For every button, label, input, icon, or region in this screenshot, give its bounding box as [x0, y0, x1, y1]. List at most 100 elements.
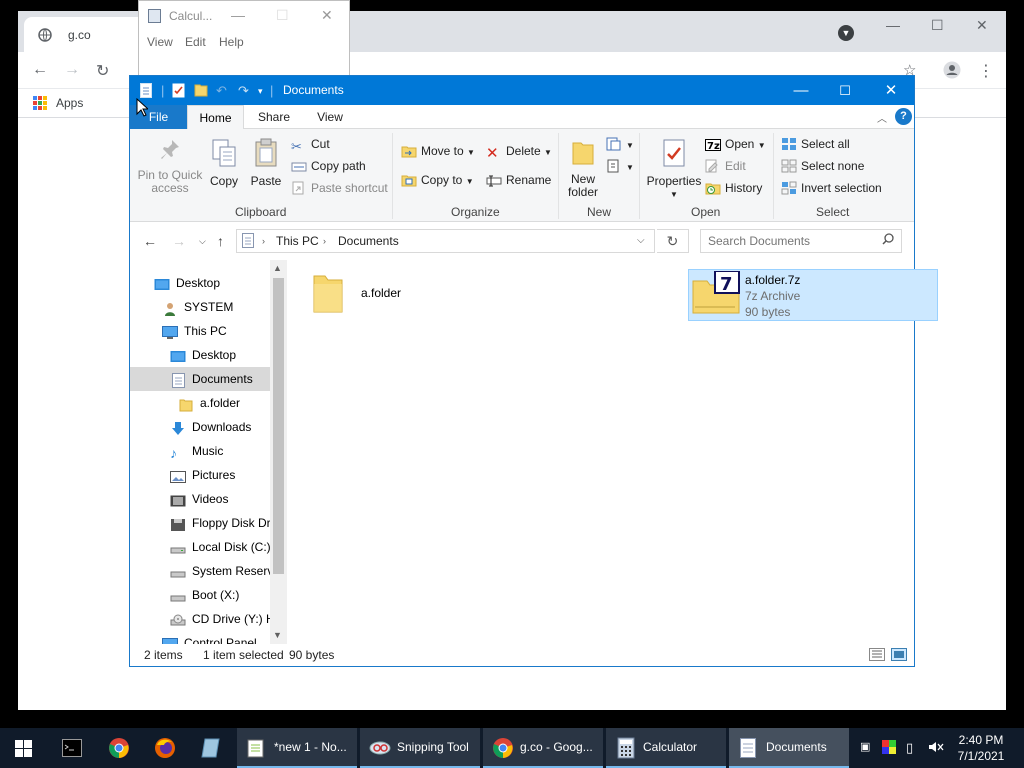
- calc-menu-edit[interactable]: Edit: [185, 35, 206, 49]
- forward-icon[interactable]: →: [64, 61, 80, 79]
- usb-drive-icon[interactable]: ▯: [906, 740, 913, 756]
- search-input[interactable]: [701, 230, 871, 252]
- breadcrumb-documents[interactable]: Documents: [338, 234, 399, 248]
- tab-home[interactable]: Home: [187, 105, 244, 130]
- properties-icon[interactable]: [172, 83, 185, 101]
- nav-item-cd-drive[interactable]: CD Drive (Y:) H: [130, 607, 270, 631]
- taskbar-chrome[interactable]: [96, 728, 142, 768]
- new-folder-button[interactable]: New folder: [566, 138, 600, 199]
- nav-item-documents[interactable]: Documents: [130, 367, 270, 391]
- scrollbar-thumb[interactable]: [273, 278, 284, 574]
- start-button[interactable]: [0, 728, 46, 768]
- invert-selection-button[interactable]: Invert selection: [781, 179, 882, 197]
- recent-locations-icon[interactable]: ⌵: [199, 236, 206, 247]
- copy-button[interactable]: Copy: [207, 138, 241, 188]
- properties-button[interactable]: Properties ▼: [645, 138, 703, 201]
- new-folder-icon[interactable]: [194, 83, 208, 100]
- paste-shortcut-button[interactable]: Paste shortcut: [291, 179, 388, 197]
- minimize-icon[interactable]: —: [778, 80, 824, 101]
- close-icon[interactable]: ✕: [321, 7, 333, 24]
- volume-muted-icon[interactable]: [928, 740, 944, 757]
- open-button[interactable]: 7z Open ▼: [705, 135, 766, 153]
- close-icon[interactable]: ✕: [868, 80, 914, 101]
- menu-kebab-icon[interactable]: ⋮: [978, 61, 994, 81]
- nav-item-local-disk[interactable]: Local Disk (C:): [130, 535, 270, 559]
- collapse-ribbon-icon[interactable]: ︿: [877, 110, 887, 125]
- forward-icon[interactable]: →: [172, 233, 186, 249]
- breadcrumb-this-pc[interactable]: This PC: [276, 234, 319, 248]
- minimize-icon[interactable]: —: [886, 17, 900, 33]
- reload-icon[interactable]: ↻: [96, 61, 109, 81]
- large-icons-view-icon[interactable]: [891, 648, 907, 661]
- back-icon[interactable]: ←: [143, 233, 157, 249]
- breadcrumb-separator-icon[interactable]: ›: [323, 236, 326, 246]
- nav-item-control-panel[interactable]: Control Panel: [130, 631, 270, 644]
- copy-to-button[interactable]: Copy to ▼: [401, 171, 474, 189]
- maximize-icon[interactable]: ☐: [931, 17, 944, 34]
- apps-icon[interactable]: [33, 96, 47, 110]
- help-icon[interactable]: ?: [895, 108, 912, 125]
- nav-item-downloads[interactable]: Downloads: [130, 415, 270, 439]
- search-icon[interactable]: [882, 233, 894, 248]
- history-button[interactable]: History: [705, 179, 762, 197]
- nav-item-this-pc[interactable]: This PC: [130, 319, 270, 343]
- up-icon[interactable]: ↑: [217, 233, 224, 249]
- nav-item-floppy[interactable]: Floppy Disk Dri: [130, 511, 270, 535]
- nav-item-system-reserved[interactable]: System Reserve: [130, 559, 270, 583]
- task-snipping-tool[interactable]: Snipping Tool: [360, 728, 480, 768]
- file-item-a-folder-7z[interactable]: 7 a.folder.7z 7z Archive 90 bytes: [688, 269, 938, 321]
- details-view-icon[interactable]: [869, 648, 885, 661]
- rename-button[interactable]: Rename: [486, 171, 551, 189]
- qat-customize-icon[interactable]: ▾: [258, 86, 263, 97]
- select-all-button[interactable]: Select all: [781, 135, 850, 153]
- nav-item-desktop[interactable]: Desktop: [130, 343, 270, 367]
- address-bar[interactable]: › This PC › Documents ⌵: [236, 229, 655, 253]
- back-icon[interactable]: ←: [32, 61, 48, 79]
- tray-window-icon[interactable]: ▣: [860, 740, 870, 753]
- calc-menu-view[interactable]: View: [147, 35, 173, 49]
- tab-share[interactable]: Share: [248, 105, 300, 129]
- system-clock[interactable]: 2:40 PM 7/1/2021: [950, 732, 1012, 764]
- profile-icon[interactable]: [943, 61, 961, 84]
- nav-item-pictures[interactable]: Pictures: [130, 463, 270, 487]
- new-item-button[interactable]: ▼: [606, 135, 634, 153]
- scroll-down-icon[interactable]: ▼: [273, 630, 282, 640]
- address-dropdown-icon[interactable]: ⌵: [637, 235, 645, 246]
- task-calculator[interactable]: Calculator: [606, 728, 726, 768]
- task-notepad[interactable]: *new 1 - No...: [237, 728, 357, 768]
- paste-button[interactable]: Paste: [249, 138, 283, 188]
- search-box[interactable]: [700, 229, 902, 253]
- apps-link[interactable]: Apps: [56, 96, 83, 110]
- refresh-icon[interactable]: ↻: [657, 229, 689, 253]
- nav-item-boot[interactable]: Boot (X:): [130, 583, 270, 607]
- easy-access-button[interactable]: ▼: [606, 157, 634, 175]
- cut-button[interactable]: ✂ Cut: [291, 135, 330, 154]
- file-item-a-folder[interactable]: a.folder: [308, 268, 538, 320]
- tab-view[interactable]: View: [302, 105, 358, 129]
- nav-item-a-folder[interactable]: a.folder: [130, 391, 270, 415]
- task-chrome[interactable]: g.co - Goog...: [483, 728, 603, 768]
- task-documents[interactable]: Documents: [729, 728, 849, 768]
- minimize-icon[interactable]: —: [231, 7, 245, 23]
- taskbar-firefox[interactable]: [142, 728, 188, 768]
- undo-icon[interactable]: ↶: [216, 83, 227, 99]
- move-to-button[interactable]: Move to ▼: [401, 142, 475, 160]
- scroll-up-icon[interactable]: ▲: [273, 263, 282, 273]
- color-picker-tray-icon[interactable]: [882, 740, 896, 757]
- copy-path-button[interactable]: Copy path: [291, 157, 366, 175]
- nav-pane-scrollbar[interactable]: ▲ ▼: [270, 260, 287, 644]
- nav-item-desktop-root[interactable]: Desktop: [130, 271, 270, 295]
- nav-item-music[interactable]: ♪ Music: [130, 439, 270, 463]
- explorer-titlebar[interactable]: | ↶ ↷ ▾ | Documents — ☐ ✕: [130, 76, 914, 105]
- redo-icon[interactable]: ↷: [238, 83, 249, 99]
- select-none-button[interactable]: Select none: [781, 157, 864, 175]
- edit-button[interactable]: Edit: [705, 157, 746, 175]
- taskbar-cmd[interactable]: [48, 728, 94, 768]
- taskbar-notepad-plus[interactable]: [188, 728, 234, 768]
- delete-button[interactable]: ✕ Delete ▼: [486, 142, 552, 162]
- calc-menu-help[interactable]: Help: [219, 35, 244, 49]
- maximize-icon[interactable]: ☐: [822, 80, 868, 101]
- nav-item-videos[interactable]: Videos: [130, 487, 270, 511]
- tab-search-icon[interactable]: ▼: [838, 25, 854, 41]
- pin-to-quick-access-button[interactable]: Pin to Quick access: [136, 138, 204, 195]
